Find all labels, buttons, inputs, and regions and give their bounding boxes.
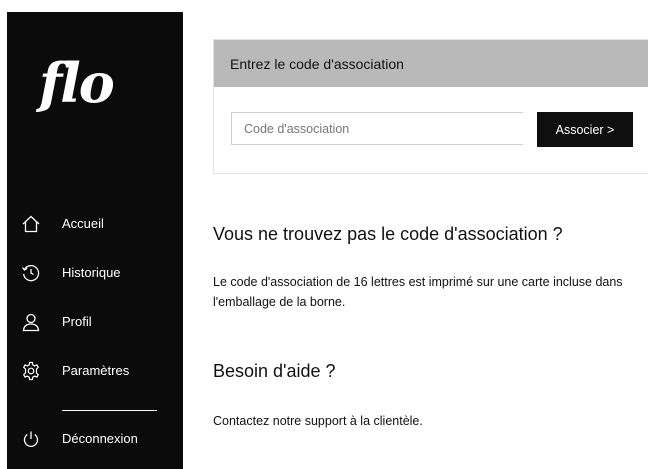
- gear-icon: [21, 361, 41, 381]
- sidebar-divider: [62, 410, 157, 411]
- home-icon: [21, 214, 41, 234]
- associate-button[interactable]: Associer >: [537, 112, 633, 147]
- missing-code-title: Vous ne trouvez pas le code d'associatio…: [213, 224, 563, 244]
- help-title: Besoin d'aide ?: [213, 361, 336, 381]
- missing-code-text: Le code d'association de 16 lettres est …: [213, 275, 623, 309]
- sidebar-item-label: Accueil: [62, 216, 104, 231]
- association-card-header: Entrez le code d'association: [214, 40, 648, 87]
- sidebar-item-label: Paramètres: [62, 363, 130, 378]
- sidebar-item-parametres[interactable]: Paramètres: [7, 354, 183, 388]
- user-icon: [21, 312, 41, 332]
- sidebar-item-profil[interactable]: Profil: [7, 305, 183, 339]
- sidebar-item-label: Profil: [62, 314, 92, 329]
- history-icon: [21, 263, 41, 283]
- sidebar-item-historique[interactable]: Historique: [7, 256, 183, 290]
- power-icon: [21, 429, 41, 449]
- logout-button[interactable]: Déconnexion: [7, 422, 183, 456]
- sidebar: flo Accueil Historique Profil Paramètres…: [7, 12, 183, 469]
- sidebar-item-label: Historique: [62, 265, 121, 280]
- logout-label: Déconnexion: [62, 431, 138, 446]
- support-text: Contactez notre support à la clientèle.: [213, 414, 423, 428]
- association-card: Entrez le code d'association Associer >: [213, 39, 648, 174]
- association-code-input[interactable]: [231, 112, 523, 145]
- sidebar-item-accueil[interactable]: Accueil: [7, 207, 183, 241]
- flo-logo[interactable]: flo: [39, 56, 115, 110]
